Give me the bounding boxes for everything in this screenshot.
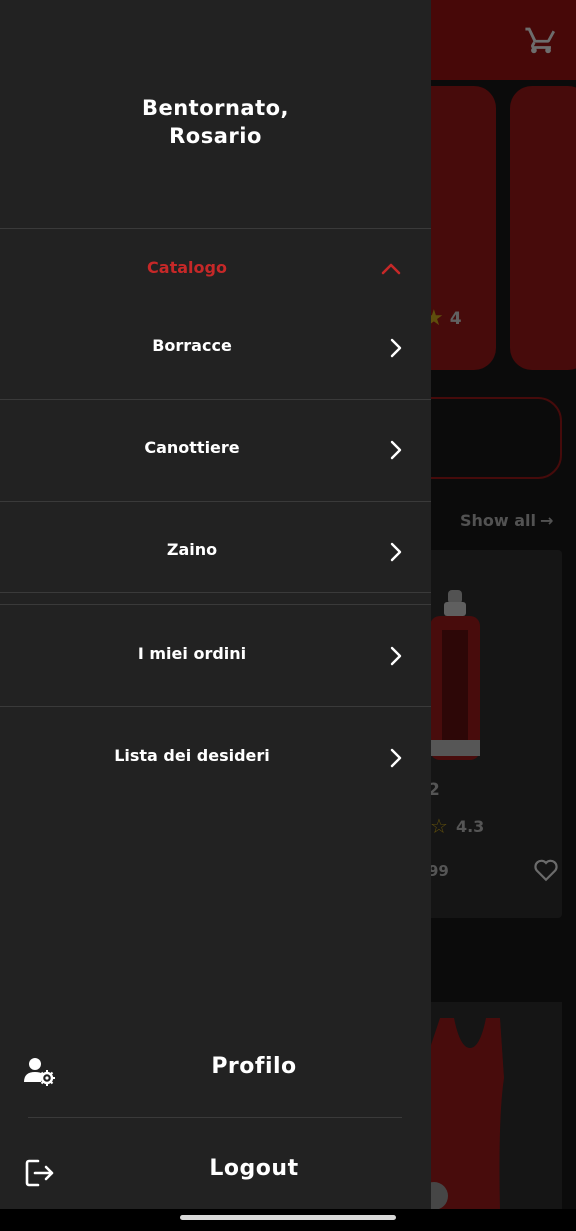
menu-item-label: Lista dei desideri bbox=[114, 746, 270, 765]
catalog-item-borracce[interactable]: Borracce bbox=[0, 318, 431, 378]
divider bbox=[0, 604, 431, 605]
catalog-item-zaino[interactable]: Zaino bbox=[0, 522, 431, 582]
menu-item-label: I miei ordini bbox=[137, 644, 247, 663]
divider bbox=[0, 706, 431, 707]
logout-label: Logout bbox=[209, 1156, 299, 1181]
menu-item-wishlist[interactable]: Lista dei desideri bbox=[0, 728, 431, 788]
greeting: Bentornato, Rosario bbox=[0, 94, 431, 150]
system-nav-bar bbox=[0, 1209, 576, 1231]
menu-item-label: Borracce bbox=[152, 336, 232, 355]
profile-label: Profilo bbox=[211, 1054, 297, 1079]
divider bbox=[0, 592, 431, 593]
catalog-label: Catalogo bbox=[147, 258, 227, 277]
divider bbox=[28, 1117, 402, 1118]
user-settings-icon bbox=[24, 1058, 55, 1086]
chevron-right-icon bbox=[390, 542, 402, 562]
chevron-up-icon bbox=[381, 263, 401, 275]
divider bbox=[0, 228, 431, 229]
divider bbox=[0, 399, 431, 400]
logout-icon bbox=[25, 1159, 54, 1187]
chevron-right-icon bbox=[390, 440, 402, 460]
catalog-toggle[interactable]: Catalogo bbox=[0, 248, 431, 292]
home-indicator[interactable] bbox=[180, 1215, 396, 1220]
navigation-drawer: Bentornato, Rosario Catalogo Borracce Ca… bbox=[0, 0, 431, 1209]
logout-button[interactable]: Logout bbox=[0, 1136, 431, 1206]
menu-item-orders[interactable]: I miei ordini bbox=[0, 626, 431, 686]
greeting-line-1: Bentornato, bbox=[141, 96, 290, 120]
chevron-right-icon bbox=[390, 748, 402, 768]
menu-item-label: Zaino bbox=[166, 540, 218, 559]
greeting-user-name: Rosario bbox=[169, 124, 262, 148]
chevron-right-icon bbox=[390, 646, 402, 666]
menu-item-label: Canottiere bbox=[144, 438, 240, 457]
divider bbox=[0, 501, 431, 502]
profile-button[interactable]: Profilo bbox=[0, 1034, 431, 1104]
chevron-right-icon bbox=[390, 338, 402, 358]
catalog-item-canottiere[interactable]: Canottiere bbox=[0, 420, 431, 480]
